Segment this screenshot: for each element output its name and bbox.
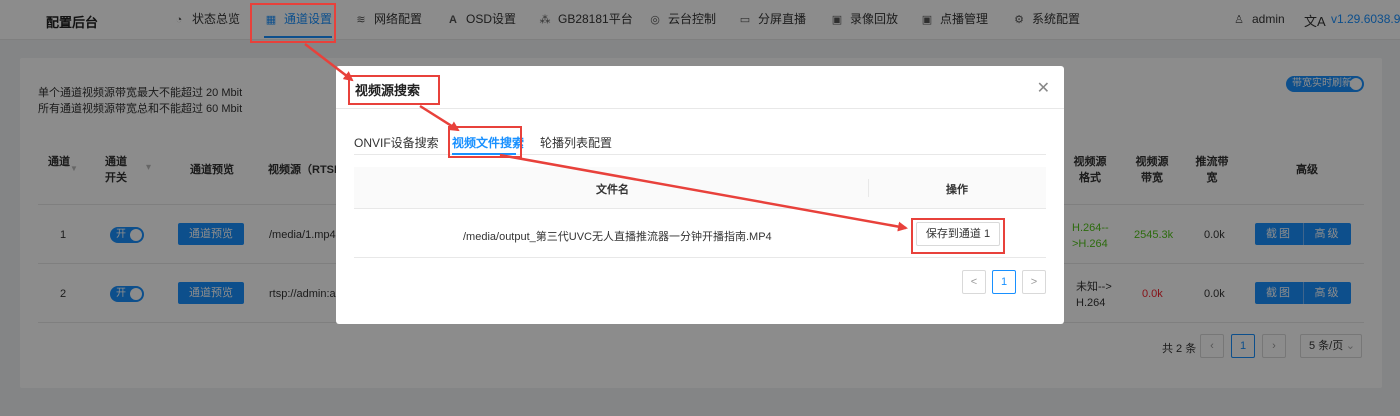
arrow-tab-to-save — [499, 153, 908, 232]
arrow-nav-to-title — [304, 43, 354, 82]
annotation-arrows — [304, 43, 908, 232]
arrow-title-to-tab — [419, 104, 460, 132]
